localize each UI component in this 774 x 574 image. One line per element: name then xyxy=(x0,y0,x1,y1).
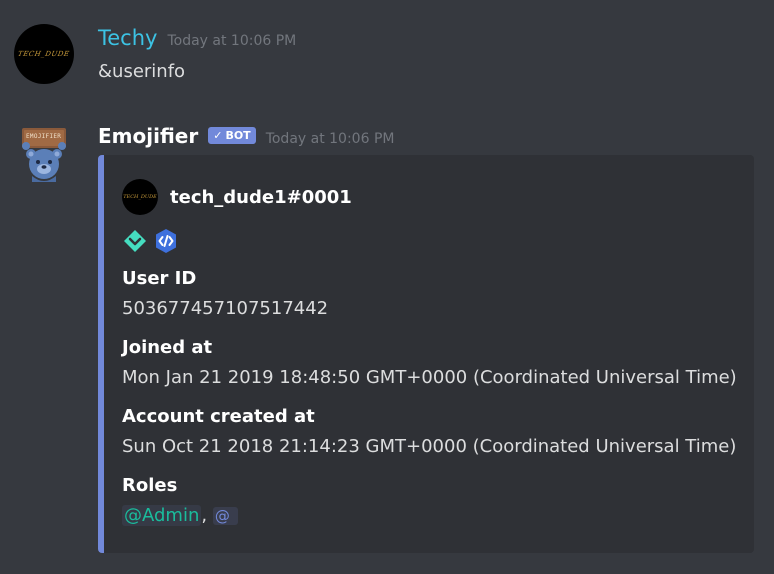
message-header: Techy Today at 10:06 PM xyxy=(98,26,296,50)
message-content: &userinfo xyxy=(98,61,186,82)
bot-tag: ✓ BOT xyxy=(208,127,256,144)
embed-author-icon: TECH_DUDE xyxy=(122,179,158,215)
field-name-joined-at: Joined at xyxy=(122,337,213,358)
avatar[interactable]: EMOJIFIER xyxy=(14,124,74,184)
field-value-joined-at: Mon Jan 21 2019 18:48:50 GMT+0000 (Coord… xyxy=(122,367,737,388)
role-mention-admin[interactable]: @Admin xyxy=(122,505,202,526)
embed-author: TECH_DUDE tech_dude1#0001 xyxy=(122,179,352,215)
early-verified-bot-developer-icon xyxy=(156,229,176,253)
role-separator: , xyxy=(201,505,208,526)
field-value-roles: @Admin, @ xyxy=(122,505,238,526)
embed: TECH_DUDE tech_dude1#0001 User ID 503677… xyxy=(98,155,754,553)
hypesquad-balance-icon xyxy=(124,230,146,252)
username[interactable]: Emojifier xyxy=(98,124,198,148)
bot-tag-label: BOT xyxy=(225,129,251,142)
embed-author-name: tech_dude1#0001 xyxy=(170,186,352,208)
message-header: Emojifier ✓ BOT Today at 10:06 PM xyxy=(98,124,394,148)
avatar[interactable]: TECH_DUDE xyxy=(14,24,74,84)
author-icon-text: TECH_DUDE xyxy=(123,194,157,200)
field-value-account-created: Sun Oct 21 2018 21:14:23 GMT+0000 (Coord… xyxy=(122,436,737,457)
avatar-logo-text: TECH_DUDE xyxy=(17,50,71,58)
field-name-user-id: User ID xyxy=(122,268,197,289)
timestamp: Today at 10:06 PM xyxy=(265,131,395,147)
field-name-account-created: Account created at xyxy=(122,406,315,427)
check-icon: ✓ xyxy=(213,129,223,142)
username[interactable]: Techy xyxy=(98,26,157,50)
timestamp: Today at 10:06 PM xyxy=(167,33,297,49)
badge-row xyxy=(122,228,179,254)
field-name-roles: Roles xyxy=(122,475,178,496)
avatar-sign-text: EMOJIFIER xyxy=(26,133,62,140)
role-mention-unnamed[interactable]: @ xyxy=(212,507,238,525)
field-value-user-id: 503677457107517442 xyxy=(122,298,329,319)
